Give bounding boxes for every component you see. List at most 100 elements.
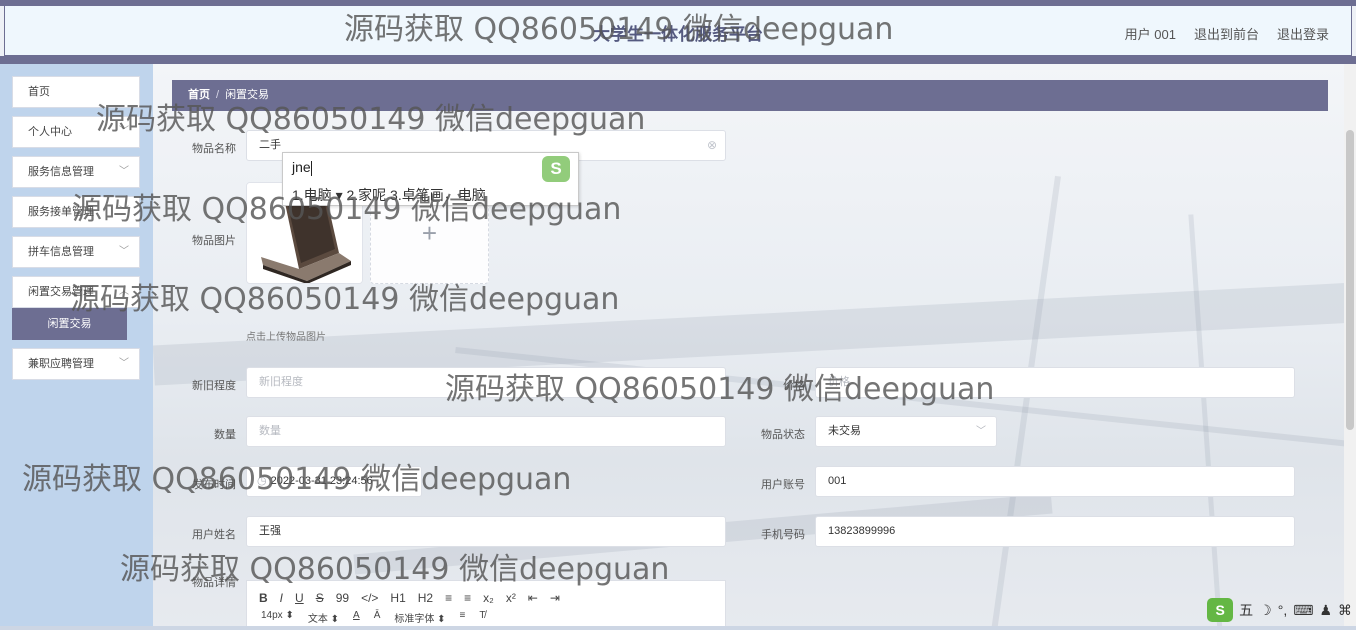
sogou-logo-icon: S [542, 156, 570, 182]
phone-label: 手机号码 [761, 529, 805, 541]
clear-format-icon[interactable]: T̸ [479, 610, 485, 625]
indent-button[interactable]: ⇥ [550, 591, 560, 605]
text-type-value: 文本 [307, 614, 328, 625]
logout-link[interactable]: 退出登录 [1277, 24, 1329, 43]
sidebar-item-label: 拼车信息管理 [28, 246, 94, 258]
chevron-down-icon: ﹀ [976, 426, 986, 437]
chevron-down-icon: ﹀ [119, 246, 129, 257]
user-icon[interactable]: ♟ [1319, 602, 1332, 619]
quantity-input[interactable]: 数量 [246, 416, 726, 447]
ime-mode[interactable]: 五 [1239, 600, 1253, 620]
font-family-value: 标准字体 [394, 614, 435, 625]
sidebar-item-part-time[interactable]: 兼职应聘管理 ﹀ [12, 348, 140, 380]
sidebar-item-label: 个人中心 [28, 126, 72, 138]
sidebar-item-service-info[interactable]: 服务信息管理 ﹀ [12, 156, 140, 188]
price-label: 价格 [783, 380, 805, 392]
apps-icon[interactable]: ⌘ [1338, 602, 1352, 619]
publish-time-value: 2022-03-31 23:24:56 [270, 475, 373, 487]
editor-toolbar-row2: 14px ⬍ 文本 ⬍ A Ā 标准字体 ⬍ ≡ T̸ [261, 610, 486, 625]
editor-toolbar: B I U S 99 </> H1 H2 ≡ ≡ x₂ x² ⇤ ⇥ [259, 591, 560, 605]
clock-icon: ◷ [257, 475, 267, 487]
chevron-down-icon: ﹀ [119, 166, 129, 177]
sidebar-item-home[interactable]: 首页 [12, 76, 140, 108]
strike-button[interactable]: S [316, 591, 324, 605]
ime-candidates[interactable]: 1.电脑 ▾ 2.家呢 3.卓笔画，电脑 [292, 185, 486, 205]
condition-label: 新旧程度 [192, 380, 236, 392]
chevron-down-icon: ﹀ [119, 206, 129, 217]
moon-icon[interactable]: ☽ [1259, 602, 1272, 619]
publish-time-label: 发布时间 [192, 479, 236, 491]
ime-status-bar: S 五 ☽ °, ⌨ ♟ ⌘ [1207, 598, 1352, 622]
font-size-value: 14px [261, 610, 283, 621]
bottom-border [0, 626, 1356, 630]
item-name-value: 二手 [259, 139, 281, 151]
breadcrumb: 首页 / 闲置交易 [172, 80, 1328, 111]
subscript-button[interactable]: x₂ [483, 591, 494, 605]
upload-hint: 点击上传物品图片 [246, 332, 326, 343]
font-family-select[interactable]: 标准字体 ⬍ [394, 610, 445, 625]
item-name-label: 物品名称 [192, 143, 236, 155]
phone-input[interactable]: 13823899996 [815, 516, 1295, 547]
chevron-down-icon: ﹀ [119, 126, 129, 137]
exit-to-frontend-link[interactable]: 退出到前台 [1194, 24, 1259, 43]
align-icon[interactable]: ≡ [460, 610, 466, 625]
sidebar-item-label: 首页 [28, 86, 50, 98]
sidebar-item-label: 服务接单管理 [28, 206, 94, 218]
header-links: 用户 001 退出到前台 退出登录 [1125, 24, 1329, 43]
status-value: 未交易 [828, 425, 861, 437]
h2-button[interactable]: H2 [418, 591, 433, 605]
price-input[interactable]: 价格 [815, 367, 1295, 398]
sogou-logo-icon[interactable]: S [1207, 598, 1234, 622]
ime-input-text: jne [292, 159, 311, 175]
keyboard-icon[interactable]: ⌨ [1293, 602, 1313, 619]
scrollbar-thumb[interactable] [1346, 130, 1354, 430]
clear-icon[interactable]: ⊗ [707, 131, 717, 160]
bullet-list-button[interactable]: ≡ [464, 591, 471, 605]
page-scrollbar[interactable] [1344, 64, 1356, 630]
user-name-label: 用户姓名 [192, 529, 236, 541]
font-size-select[interactable]: 14px ⬍ [261, 610, 294, 625]
quote-button[interactable]: 99 [336, 591, 349, 605]
italic-button[interactable]: I [280, 591, 283, 605]
sidebar-item-carpool[interactable]: 拼车信息管理 ﹀ [12, 236, 140, 268]
sidebar-item-label: 兼职应聘管理 [28, 358, 94, 370]
font-color-icon[interactable]: A [353, 610, 360, 625]
bold-button[interactable]: B [259, 591, 268, 605]
superscript-button[interactable]: x² [506, 591, 516, 605]
sidebar-item-personal-center[interactable]: 个人中心 ﹀ [12, 116, 140, 148]
h1-button[interactable]: H1 [390, 591, 405, 605]
underline-button[interactable]: U [295, 591, 304, 605]
status-label: 物品状态 [761, 429, 805, 441]
ime-candidate-window: jne 1.电脑 ▾ 2.家呢 3.卓笔画，电脑 S [282, 152, 579, 206]
breadcrumb-home[interactable]: 首页 [188, 89, 210, 101]
header: 大学生一体化服务平台 用户 001 退出到前台 退出登录 [4, 6, 1352, 56]
breadcrumb-current: 闲置交易 [225, 89, 270, 101]
rich-text-editor[interactable]: B I U S 99 </> H1 H2 ≡ ≡ x₂ x² ⇤ ⇥ 14px … [246, 580, 726, 630]
sidebar-item-service-orders[interactable]: 服务接单管理 ﹀ [12, 196, 140, 228]
status-select[interactable]: 未交易 ﹀ [815, 416, 997, 447]
user-account-link[interactable]: 用户 001 [1125, 24, 1176, 43]
header-bottom-strip [0, 56, 1356, 64]
sidebar-item-label: 闲置交易管理 [28, 286, 94, 298]
sidebar-item-label: 服务信息管理 [28, 166, 94, 178]
user-account-label: 用户账号 [761, 479, 805, 491]
background-color-icon[interactable]: Ā [374, 610, 381, 625]
user-name-input[interactable]: 王强 [246, 516, 726, 547]
sidebar-subitem-idle-trade[interactable]: 闲置交易 [12, 308, 127, 340]
chevron-down-icon: ﹀ [119, 358, 129, 369]
text-type-select[interactable]: 文本 ⬍ [308, 610, 339, 625]
punctuation-icon[interactable]: °, [1278, 602, 1288, 618]
item-image-label: 物品图片 [192, 235, 236, 247]
sidebar-item-idle-trade[interactable]: 闲置交易管理 ︿ [12, 276, 140, 308]
condition-input[interactable]: 新旧程度 [246, 367, 726, 398]
detail-label: 物品详情 [192, 577, 236, 589]
breadcrumb-separator: / [216, 89, 220, 101]
publish-time-input[interactable]: ◷ 2022-03-31 23:24:56 [246, 466, 422, 497]
ordered-list-button[interactable]: ≡ [445, 591, 452, 605]
ime-composition: jne [292, 159, 312, 176]
user-account-input[interactable]: 001 [815, 466, 1295, 497]
code-button[interactable]: </> [361, 591, 378, 605]
quantity-label: 数量 [214, 429, 236, 441]
outdent-button[interactable]: ⇤ [528, 591, 538, 605]
chevron-up-icon: ︿ [119, 286, 129, 297]
